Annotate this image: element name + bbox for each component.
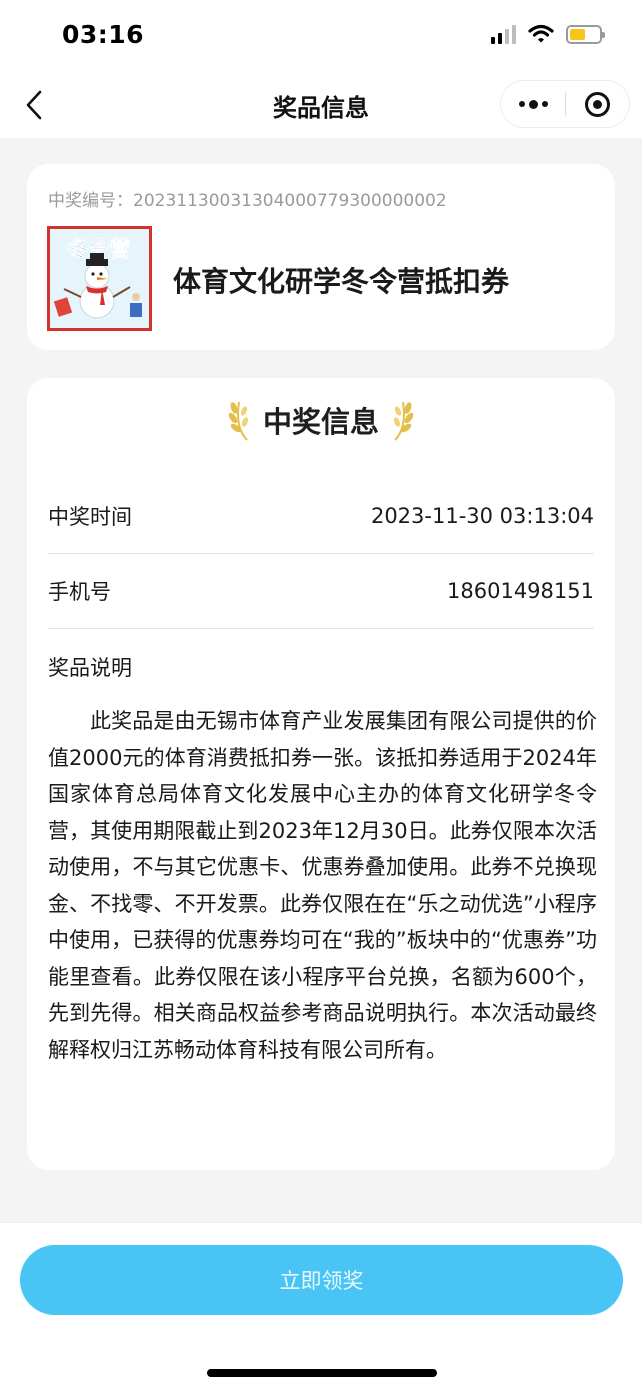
more-button[interactable] [501, 81, 565, 127]
mini-program-capsule [500, 80, 630, 128]
wifi-icon [528, 24, 554, 43]
prize-description: 此奖品是由无锡市体育产业发展集团有限公司提供的价值2000元的体育消费抵扣券一张… [48, 709, 597, 1062]
target-circle-icon [585, 91, 610, 117]
close-mini-program-button[interactable] [566, 91, 629, 117]
winning-info-card: 中奖信息 中奖时间 2023-11-30 03:13:04 手机号 186014… [27, 378, 615, 1170]
prize-image: 冬令营 [47, 226, 152, 331]
info-heading-text: 中奖信息 [262, 405, 379, 439]
status-icons [491, 24, 605, 44]
win-time-value: 2023-11-30 03:13:04 [370, 504, 594, 528]
prize-title: 体育文化研学冬令营抵扣券 [173, 265, 510, 298]
prize-number: 中奖编号：20231130031304000779300000002 [48, 186, 447, 211]
win-time-label: 中奖时间 [48, 505, 132, 529]
claim-prize-button[interactable]: 立即领奖 [20, 1245, 623, 1315]
battery-icon [566, 24, 605, 44]
cellular-signal-icon [491, 24, 516, 44]
prize-card: 中奖编号：20231130031304000779300000002 冬令营 体… [27, 164, 615, 350]
winter-camp-illustration: 冬令营 [50, 229, 149, 328]
phone-row: 手机号 18601498151 [48, 554, 594, 628]
more-dots-icon [518, 101, 525, 107]
phone-value: 18601498151 [447, 579, 594, 603]
status-time: 03:16 [62, 20, 145, 49]
prize-number-value: 20231130031304000779300000002 [133, 191, 447, 211]
phone-label: 手机号 [48, 580, 111, 604]
win-time-row: 中奖时间 2023-11-30 03:13:04 [48, 479, 594, 553]
prize-number-label: 中奖编号： [48, 191, 133, 211]
home-indicator [207, 1369, 437, 1377]
status-bar: 03:16 [0, 0, 642, 72]
nav-bar: 奖品信息 [0, 72, 642, 138]
prize-description-label: 奖品说明 [48, 656, 132, 680]
bottom-bar: 立即领奖 [0, 1222, 642, 1389]
laurel-left-icon [228, 401, 248, 441]
row-divider [48, 628, 594, 629]
info-heading: 中奖信息 [27, 398, 615, 442]
battery-level [570, 28, 586, 40]
screen: 03:16 奖品信息 中奖编号：202311300313040007793000… [0, 0, 642, 1389]
laurel-right-icon [394, 401, 414, 441]
